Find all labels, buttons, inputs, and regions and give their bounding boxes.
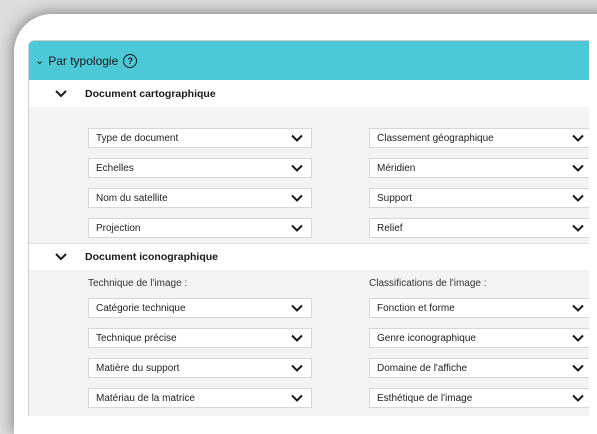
section-iconographique-header[interactable]: Document iconographique	[29, 244, 589, 270]
select-label: Domaine de l'affiche	[377, 362, 468, 374]
chevron-down-icon: ⌄	[35, 55, 45, 67]
chevron-down-icon	[51, 90, 71, 98]
select-label: Echelles	[96, 162, 134, 174]
select-label: Nom du satellite	[96, 192, 168, 204]
chevron-down-icon	[572, 394, 584, 402]
chevron-down-icon	[291, 334, 303, 342]
select-domaine-de-laffiche[interactable]: Domaine de l'affiche	[369, 358, 589, 378]
chevron-down-icon	[291, 164, 303, 172]
chevron-down-icon	[572, 304, 584, 312]
select-meridien[interactable]: Méridien	[369, 158, 589, 178]
select-label: Classement géographique	[377, 132, 494, 144]
typology-header[interactable]: ⌄ Par typologie ?	[29, 41, 589, 80]
select-projection[interactable]: Projection	[88, 218, 312, 238]
chevron-down-icon	[572, 164, 584, 172]
chevron-down-icon	[291, 304, 303, 312]
section-cartographique-header[interactable]: Document cartographique	[29, 81, 589, 107]
select-label: Type de document	[96, 132, 179, 144]
chevron-down-icon	[572, 134, 584, 142]
select-fonction-et-forme[interactable]: Fonction et forme	[369, 298, 589, 318]
chevron-down-icon	[572, 194, 584, 202]
select-label: Support	[377, 192, 413, 204]
select-relief[interactable]: Relief	[369, 218, 589, 238]
chevron-down-icon	[572, 364, 584, 372]
chevron-down-icon	[291, 224, 303, 232]
select-materiau-de-la-matrice[interactable]: Matériau de la matrice	[88, 388, 312, 408]
select-esthetique-de-limage[interactable]: Esthétique de l'image	[369, 388, 589, 408]
select-support[interactable]: Support	[369, 188, 589, 208]
technique-label: Technique de l'image :	[88, 278, 188, 289]
cartographique-panel: Type de document Echelles Nom du satelli…	[29, 107, 589, 243]
chevron-down-icon	[291, 394, 303, 402]
chevron-down-icon	[572, 334, 584, 342]
select-categorie-technique[interactable]: Catégorie technique	[88, 298, 312, 318]
select-genre-iconographique[interactable]: Genre iconographique	[369, 328, 589, 348]
chevron-down-icon	[51, 253, 71, 261]
select-label: Matière du support	[96, 362, 180, 374]
select-label: Esthétique de l'image	[377, 392, 473, 404]
select-label: Genre iconographique	[377, 332, 476, 344]
iconographique-panel: Technique de l'image : Classifications d…	[29, 270, 589, 416]
select-label: Fonction et forme	[377, 302, 455, 314]
window-frame: ⌄ Par typologie ? Document cartographiqu…	[14, 14, 597, 434]
select-label: Projection	[96, 222, 141, 234]
select-label: Relief	[377, 222, 403, 234]
chevron-down-icon	[291, 364, 303, 372]
select-matiere-du-support[interactable]: Matière du support	[88, 358, 312, 378]
typology-title: Par typologie	[48, 53, 119, 68]
select-nom-du-satellite[interactable]: Nom du satellite	[88, 188, 312, 208]
help-icon[interactable]: ?	[123, 53, 138, 68]
select-label: Méridien	[377, 162, 416, 174]
classifications-label: Classifications de l'image :	[369, 278, 487, 289]
chevron-down-icon	[291, 134, 303, 142]
section-iconographique-title: Document iconographique	[85, 251, 219, 263]
chevron-down-icon	[572, 224, 584, 232]
section-cartographique-title: Document cartographique	[85, 88, 216, 100]
select-technique-precise[interactable]: Technique précise	[88, 328, 312, 348]
filter-panel: ⌄ Par typologie ? Document cartographiqu…	[28, 40, 589, 416]
select-label: Matériau de la matrice	[96, 392, 195, 404]
select-label: Catégorie technique	[96, 302, 186, 314]
select-classement-geographique[interactable]: Classement géographique	[369, 128, 589, 148]
chevron-down-icon	[291, 194, 303, 202]
select-type-de-document[interactable]: Type de document	[88, 128, 312, 148]
select-label: Technique précise	[96, 332, 177, 344]
select-echelles[interactable]: Echelles	[88, 158, 312, 178]
